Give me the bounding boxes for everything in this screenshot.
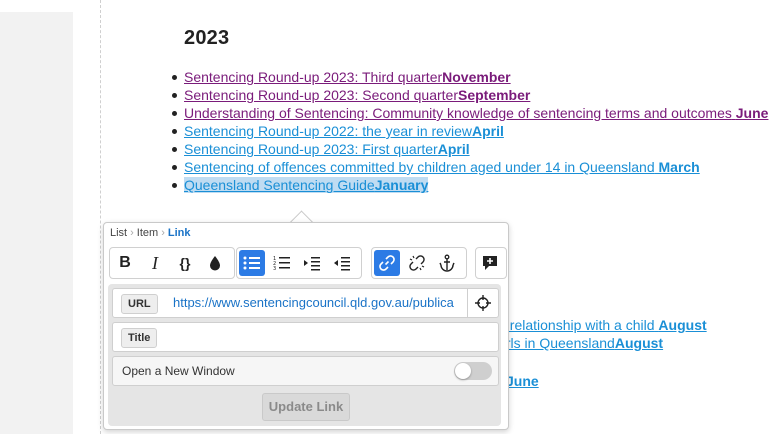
breadcrumb-item[interactable]: List (110, 227, 127, 239)
publication-link[interactable]: June (506, 373, 539, 389)
bulleted-list-button[interactable] (239, 250, 265, 276)
url-label: URL (121, 294, 158, 314)
new-window-toggle[interactable] (454, 362, 492, 380)
list-item: Sentencing Round-up 2023: First quarterA… (172, 140, 768, 158)
outdent-icon (334, 257, 350, 271)
new-window-label: Open a New Window (122, 364, 235, 378)
comment-button[interactable] (477, 250, 503, 276)
bold-icon: B (119, 254, 131, 271)
publication-link[interactable]: Sentencing of offences committed by chil… (184, 159, 700, 175)
unlink-icon (409, 255, 425, 271)
publication-link-selected[interactable]: Queensland Sentencing GuideJanuary (184, 177, 429, 193)
droplet-icon (210, 256, 220, 271)
list-item: Sentencing Round-up 2022: the year in re… (172, 122, 768, 140)
indent-button[interactable] (299, 250, 325, 276)
publication-link[interactable]: Sentencing Round-up 2023: Second quarter… (184, 87, 530, 103)
link-form: URL https://www.sentencingcouncil.qld.go… (108, 284, 501, 426)
bulleted-list-icon (243, 256, 260, 270)
toggle-knob (455, 363, 471, 379)
target-button[interactable] (467, 289, 498, 317)
list-item: Sentencing Round-up 2023: Third quarterN… (172, 68, 768, 86)
update-link-button[interactable]: Update Link (262, 393, 350, 421)
title-label: Title (121, 328, 158, 348)
publication-link[interactable]: girls in QueenslandAugust (495, 335, 663, 351)
publication-link[interactable]: Sentencing Round-up 2023: Third quarterN… (184, 69, 511, 85)
link-button[interactable] (374, 250, 400, 276)
svg-text:3: 3 (273, 266, 276, 271)
list-item: Queensland Sentencing GuideJanuary (172, 176, 768, 194)
new-window-row: Open a New Window (112, 356, 499, 386)
italic-button[interactable]: I (142, 250, 168, 276)
list-item: Sentencing Round-up 2023: Second quarter… (172, 86, 768, 104)
anchor-icon (439, 254, 455, 272)
breadcrumb-item-active[interactable]: Link (168, 227, 191, 239)
unlink-button[interactable] (404, 250, 430, 276)
breadcrumb-separator: › (161, 227, 165, 239)
title-field: Title (112, 322, 499, 352)
indent-icon (304, 257, 320, 271)
comment-plus-icon (483, 256, 497, 270)
link-icon (379, 255, 395, 271)
url-input[interactable]: https://www.sentencingcouncil.qld.gov.au… (173, 295, 463, 310)
numbered-list-icon: 123 (273, 256, 290, 271)
breadcrumb-item[interactable]: Item (137, 227, 158, 239)
toolbar-group-comment (475, 247, 507, 279)
italic-icon: I (152, 252, 158, 273)
outdent-button[interactable] (329, 250, 355, 276)
code-button[interactable]: {} (172, 250, 198, 276)
list-item: Understanding of Sentencing: Community k… (172, 104, 768, 122)
publication-link[interactable]: Understanding of Sentencing: Community k… (184, 105, 768, 121)
year-heading: 2023 (184, 27, 230, 49)
toolbar-group-lists: 123 (236, 247, 362, 279)
left-gutter (0, 12, 73, 434)
numbered-list-button[interactable]: 123 (269, 250, 295, 276)
toolbar-group-link (371, 247, 467, 279)
url-field: URL https://www.sentencingcouncil.qld.go… (112, 288, 499, 318)
publication-link[interactable]: Sentencing Round-up 2023: First quarterA… (184, 141, 470, 157)
list-item: Sentencing of offences committed by chil… (172, 158, 768, 176)
publication-link[interactable]: al relationship with a child August (495, 317, 707, 333)
publication-link[interactable]: Sentencing Round-up 2022: the year in re… (184, 123, 504, 139)
content-area: 2023 (184, 27, 777, 50)
breadcrumb-separator: › (130, 227, 134, 239)
color-button[interactable] (202, 250, 228, 276)
crosshair-icon (475, 295, 491, 311)
breadcrumb: List › Item › Link (110, 227, 191, 239)
publication-list: Sentencing Round-up 2023: Third quarterN… (172, 68, 768, 194)
anchor-button[interactable] (434, 250, 460, 276)
content-left-border (100, 0, 101, 434)
code-icon: {} (179, 255, 191, 271)
toolbar-group-text: B I {} (109, 247, 235, 279)
link-editor-popover: List › Item › Link B I {} 123 URL https:… (103, 222, 509, 430)
bold-button[interactable]: B (112, 250, 138, 276)
